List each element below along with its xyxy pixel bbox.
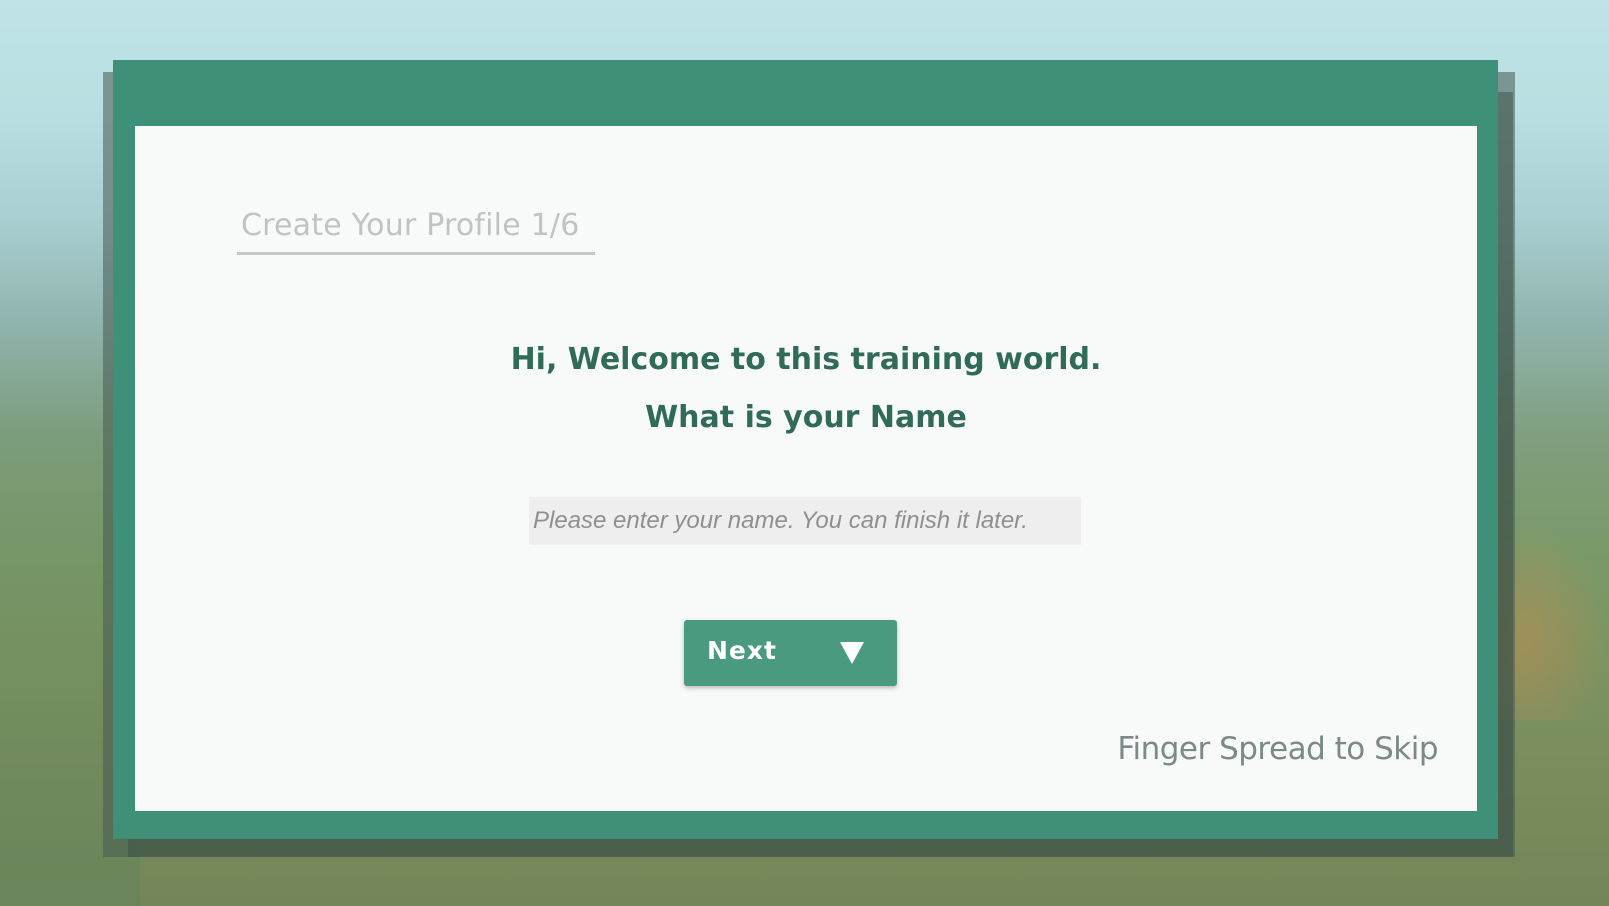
- step-title-underline: [237, 252, 595, 255]
- next-button[interactable]: Next: [684, 620, 897, 686]
- next-button-label: Next: [707, 636, 777, 665]
- triangle-down-icon: [840, 642, 864, 664]
- welcome-heading: Hi, Welcome to this training world.: [510, 342, 1102, 377]
- skip-hint: Finger Spread to Skip: [1117, 731, 1438, 767]
- name-input[interactable]: [529, 497, 1081, 545]
- step-title: Create Your Profile 1/6: [241, 208, 580, 243]
- scene-background: Create Your Profile 1/6 Hi, Welcome to t…: [0, 0, 1609, 906]
- name-question: What is your Name: [645, 400, 967, 435]
